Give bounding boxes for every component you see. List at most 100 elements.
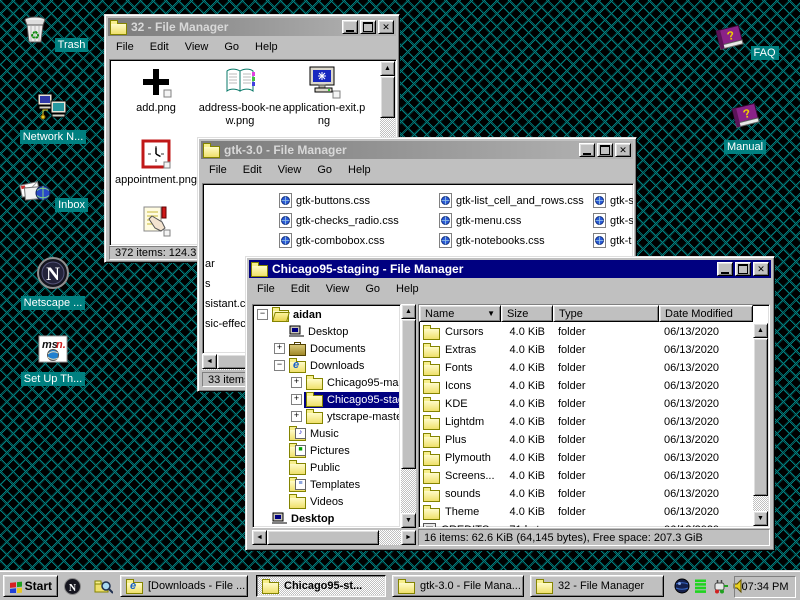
list-row[interactable]: Plus 4.0 KiB folder 06/13/2020: [419, 431, 753, 449]
file-item-appointment[interactable]: appointment.png: [114, 137, 198, 187]
list-row[interactable]: Extras 4.0 KiB folder 06/13/2020: [419, 341, 753, 359]
selected-tree-item[interactable]: Chicago95-staging: [304, 392, 399, 408]
column-header-date-modified[interactable]: Date Modified: [659, 305, 753, 322]
tree-item-chicago95-master[interactable]: + Chicago95-master: [255, 374, 399, 391]
list-row[interactable]: Cursors 4.0 KiB folder 06/13/2020: [419, 323, 753, 341]
expand-icon[interactable]: +: [291, 411, 302, 422]
scrollbar-thumb[interactable]: [753, 338, 768, 496]
menu-view[interactable]: View: [177, 39, 217, 55]
maximize-button[interactable]: [597, 143, 613, 157]
scroll-up-icon[interactable]: ▲: [380, 61, 395, 76]
taskbar-button-32[interactable]: 32 - File Manager: [530, 575, 664, 597]
scroll-left-icon[interactable]: ◄: [252, 530, 267, 545]
tree-horizontal-scrollbar[interactable]: ◄ ►: [252, 530, 416, 545]
list-row[interactable]: Screens... 4.0 KiB folder 06/13/2020: [419, 467, 753, 485]
file-item[interactable]: gtk-list_cell_and_rows.css: [439, 193, 584, 208]
desktop-icon-trash[interactable]: ♻ Trash: [15, 12, 91, 52]
file-item[interactable]: gtk-buttons.css: [279, 193, 370, 208]
scrollbar-thumb[interactable]: [380, 76, 395, 118]
menu-help[interactable]: Help: [388, 281, 427, 297]
file-item[interactable]: gtk-t: [593, 233, 631, 248]
menu-edit[interactable]: Edit: [283, 281, 318, 297]
quicklaunch-netscape-icon[interactable]: N: [64, 578, 81, 598]
tree-item-desktop[interactable]: Desktop: [255, 323, 399, 340]
maximize-button[interactable]: [735, 262, 751, 276]
menu-go[interactable]: Go: [357, 281, 388, 297]
file-item[interactable]: gtk-checks_radio.css: [279, 213, 399, 228]
scroll-down-icon[interactable]: ▼: [401, 513, 416, 528]
list-row[interactable]: sounds 4.0 KiB folder 06/13/2020: [419, 485, 753, 503]
list-row[interactable]: Lightdm 4.0 KiB folder 06/13/2020: [419, 413, 753, 431]
close-button[interactable]: ✕: [378, 20, 394, 34]
tree-item-aidan[interactable]: − aidan: [255, 306, 399, 323]
taskbar-button-chicago95-staging-active[interactable]: Chicago95-st...: [256, 575, 386, 597]
desktop-icon-netscape[interactable]: N Netscape ...: [15, 256, 91, 310]
scrollbar-thumb[interactable]: [267, 530, 379, 545]
column-header-size[interactable]: Size: [501, 305, 553, 322]
expand-icon[interactable]: +: [291, 377, 302, 388]
clipped-file-name[interactable]: ar: [205, 258, 215, 270]
scrollbar-thumb[interactable]: [401, 319, 416, 469]
file-item[interactable]: gtk-combobox.css: [279, 233, 385, 248]
file-item-application-exit[interactable]: application-exit.png: [282, 65, 366, 128]
file-item-add-png[interactable]: add.png: [114, 65, 198, 115]
menu-file[interactable]: File: [249, 281, 283, 297]
desktop-icon-inbox[interactable]: Inbox: [15, 174, 91, 212]
tree-item-downloads[interactable]: − e Downloads: [255, 357, 399, 374]
minimize-button[interactable]: [579, 143, 595, 157]
titlebar[interactable]: Chicago95-staging - File Manager ✕: [249, 260, 771, 278]
list-row[interactable]: KDE 4.0 KiB folder 06/13/2020: [419, 395, 753, 413]
scroll-up-icon[interactable]: ▲: [401, 304, 416, 319]
file-item[interactable]: gtk-notebooks.css: [439, 233, 545, 248]
menu-help[interactable]: Help: [247, 39, 286, 55]
expand-icon[interactable]: +: [291, 394, 302, 405]
scroll-down-icon[interactable]: ▼: [753, 511, 768, 526]
file-item[interactable]: gtk-s: [593, 213, 634, 228]
minimize-button[interactable]: [342, 20, 358, 34]
titlebar[interactable]: 32 - File Manager ✕: [108, 18, 396, 36]
desktop-icon-manual[interactable]: ? Manual: [707, 96, 783, 154]
list-row[interactable]: Theme 4.0 KiB folder 06/13/2020: [419, 503, 753, 521]
tree-item-pictures[interactable]: ■ Pictures: [255, 442, 399, 459]
tree-vertical-scrollbar[interactable]: ▲ ▼: [401, 304, 416, 528]
maximize-button[interactable]: [360, 20, 376, 34]
menu-help[interactable]: Help: [340, 162, 379, 178]
tree-item-desktop-root[interactable]: Desktop: [255, 510, 399, 527]
tree-item-ytscrape-master[interactable]: + ytscrape-master: [255, 408, 399, 425]
taskbar-button-downloads[interactable]: e [Downloads - File ...: [120, 575, 248, 597]
file-item[interactable]: gtk-menu.css: [439, 213, 521, 228]
list-vertical-scrollbar[interactable]: ▲ ▼: [753, 323, 768, 526]
clipped-file-name[interactable]: s: [205, 278, 211, 290]
scroll-right-icon[interactable]: ►: [401, 530, 416, 545]
column-header-type[interactable]: Type: [553, 305, 659, 322]
menu-edit[interactable]: Edit: [142, 39, 177, 55]
scroll-up-icon[interactable]: ▲: [753, 323, 768, 338]
desktop-icon-faq[interactable]: ? FAQ: [707, 18, 783, 60]
file-item[interactable]: gtk-s: [593, 193, 634, 208]
titlebar[interactable]: gtk-3.0 - File Manager ✕: [201, 141, 633, 159]
list-row-clipped[interactable]: CREDITS... 71 bytes 06/13/2020: [419, 521, 753, 528]
desktop-icon-network-neighborhood[interactable]: Network N...: [15, 90, 91, 144]
tree-item-chicago95-staging[interactable]: + Chicago95-staging: [255, 391, 399, 408]
tree-item-videos[interactable]: Videos: [255, 493, 399, 510]
tray-globe-icon[interactable]: [674, 578, 690, 597]
file-item-address-book[interactable]: address-book-new.png: [198, 65, 282, 128]
tray-level-meter-icon[interactable]: [694, 578, 707, 597]
list-row[interactable]: Icons 4.0 KiB folder 06/13/2020: [419, 377, 753, 395]
menu-file[interactable]: File: [201, 162, 235, 178]
tree-item-templates[interactable]: ≡ Templates: [255, 476, 399, 493]
menu-file[interactable]: File: [108, 39, 142, 55]
menu-go[interactable]: Go: [309, 162, 340, 178]
collapse-icon[interactable]: −: [257, 309, 268, 320]
tree-item-music[interactable]: ♪ Music: [255, 425, 399, 442]
file-item-document[interactable]: [114, 203, 198, 242]
minimize-button[interactable]: [717, 262, 733, 276]
column-header-name[interactable]: Name ▼: [419, 305, 501, 322]
clipped-file-name[interactable]: sistant.c:: [205, 298, 248, 310]
menu-edit[interactable]: Edit: [235, 162, 270, 178]
list-row[interactable]: Plymouth 4.0 KiB folder 06/13/2020: [419, 449, 753, 467]
close-button[interactable]: ✕: [753, 262, 769, 276]
list-row[interactable]: Fonts 4.0 KiB folder 06/13/2020: [419, 359, 753, 377]
taskbar-button-gtk3[interactable]: gtk-3.0 - File Mana...: [392, 575, 524, 597]
tree-item-public[interactable]: Public: [255, 459, 399, 476]
